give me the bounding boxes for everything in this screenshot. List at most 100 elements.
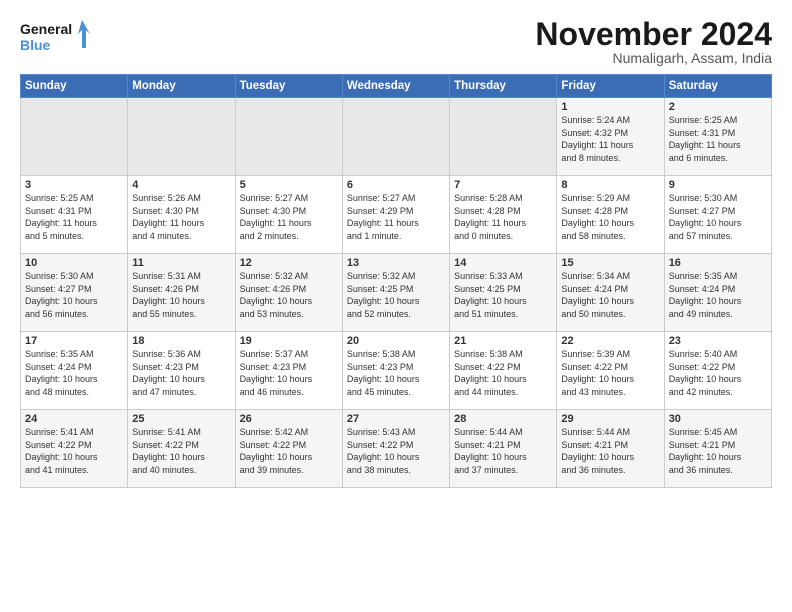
month-title: November 2024 [535, 18, 772, 50]
calendar-cell-w1-d0: 3Sunrise: 5:25 AM Sunset: 4:31 PM Daylig… [21, 176, 128, 254]
day-info: Sunrise: 5:41 AM Sunset: 4:22 PM Dayligh… [25, 426, 123, 476]
page: General Blue November 2024 Numaligarh, A… [0, 0, 792, 612]
day-info: Sunrise: 5:43 AM Sunset: 4:22 PM Dayligh… [347, 426, 445, 476]
calendar-cell-w0-d1 [128, 98, 235, 176]
logo-svg: General Blue [20, 18, 90, 58]
day-info: Sunrise: 5:31 AM Sunset: 4:26 PM Dayligh… [132, 270, 230, 320]
day-info: Sunrise: 5:44 AM Sunset: 4:21 PM Dayligh… [561, 426, 659, 476]
day-info: Sunrise: 5:33 AM Sunset: 4:25 PM Dayligh… [454, 270, 552, 320]
logo: General Blue [20, 18, 90, 58]
day-number: 30 [669, 413, 767, 425]
calendar-cell-w2-d5: 15Sunrise: 5:34 AM Sunset: 4:24 PM Dayli… [557, 254, 664, 332]
day-number: 12 [240, 257, 338, 269]
day-info: Sunrise: 5:29 AM Sunset: 4:28 PM Dayligh… [561, 192, 659, 242]
day-info: Sunrise: 5:30 AM Sunset: 4:27 PM Dayligh… [669, 192, 767, 242]
day-info: Sunrise: 5:38 AM Sunset: 4:23 PM Dayligh… [347, 348, 445, 398]
calendar-cell-w4-d4: 28Sunrise: 5:44 AM Sunset: 4:21 PM Dayli… [450, 410, 557, 488]
header-monday: Monday [128, 75, 235, 98]
day-number: 6 [347, 179, 445, 191]
svg-text:Blue: Blue [20, 37, 51, 53]
day-info: Sunrise: 5:45 AM Sunset: 4:21 PM Dayligh… [669, 426, 767, 476]
header-friday: Friday [557, 75, 664, 98]
day-number: 10 [25, 257, 123, 269]
day-info: Sunrise: 5:34 AM Sunset: 4:24 PM Dayligh… [561, 270, 659, 320]
day-info: Sunrise: 5:30 AM Sunset: 4:27 PM Dayligh… [25, 270, 123, 320]
day-number: 7 [454, 179, 552, 191]
calendar-cell-w2-d0: 10Sunrise: 5:30 AM Sunset: 4:27 PM Dayli… [21, 254, 128, 332]
calendar-cell-w0-d3 [342, 98, 449, 176]
header-sunday: Sunday [21, 75, 128, 98]
calendar-week-1: 3Sunrise: 5:25 AM Sunset: 4:31 PM Daylig… [21, 176, 772, 254]
day-number: 20 [347, 335, 445, 347]
calendar-cell-w1-d6: 9Sunrise: 5:30 AM Sunset: 4:27 PM Daylig… [664, 176, 771, 254]
day-number: 22 [561, 335, 659, 347]
day-info: Sunrise: 5:37 AM Sunset: 4:23 PM Dayligh… [240, 348, 338, 398]
calendar-cell-w1-d3: 6Sunrise: 5:27 AM Sunset: 4:29 PM Daylig… [342, 176, 449, 254]
day-info: Sunrise: 5:38 AM Sunset: 4:22 PM Dayligh… [454, 348, 552, 398]
calendar-cell-w4-d1: 25Sunrise: 5:41 AM Sunset: 4:22 PM Dayli… [128, 410, 235, 488]
calendar: Sunday Monday Tuesday Wednesday Thursday… [20, 74, 772, 488]
calendar-cell-w3-d0: 17Sunrise: 5:35 AM Sunset: 4:24 PM Dayli… [21, 332, 128, 410]
header: General Blue November 2024 Numaligarh, A… [20, 18, 772, 66]
day-info: Sunrise: 5:39 AM Sunset: 4:22 PM Dayligh… [561, 348, 659, 398]
day-info: Sunrise: 5:28 AM Sunset: 4:28 PM Dayligh… [454, 192, 552, 242]
calendar-cell-w2-d1: 11Sunrise: 5:31 AM Sunset: 4:26 PM Dayli… [128, 254, 235, 332]
calendar-week-2: 10Sunrise: 5:30 AM Sunset: 4:27 PM Dayli… [21, 254, 772, 332]
calendar-week-4: 24Sunrise: 5:41 AM Sunset: 4:22 PM Dayli… [21, 410, 772, 488]
day-number: 3 [25, 179, 123, 191]
calendar-cell-w1-d5: 8Sunrise: 5:29 AM Sunset: 4:28 PM Daylig… [557, 176, 664, 254]
day-info: Sunrise: 5:25 AM Sunset: 4:31 PM Dayligh… [669, 114, 767, 164]
day-info: Sunrise: 5:42 AM Sunset: 4:22 PM Dayligh… [240, 426, 338, 476]
day-number: 2 [669, 101, 767, 113]
calendar-cell-w2-d6: 16Sunrise: 5:35 AM Sunset: 4:24 PM Dayli… [664, 254, 771, 332]
day-number: 8 [561, 179, 659, 191]
calendar-cell-w0-d4 [450, 98, 557, 176]
day-info: Sunrise: 5:32 AM Sunset: 4:26 PM Dayligh… [240, 270, 338, 320]
calendar-cell-w0-d2 [235, 98, 342, 176]
day-number: 13 [347, 257, 445, 269]
day-number: 21 [454, 335, 552, 347]
calendar-cell-w0-d5: 1Sunrise: 5:24 AM Sunset: 4:32 PM Daylig… [557, 98, 664, 176]
calendar-cell-w0-d0 [21, 98, 128, 176]
title-block: November 2024 Numaligarh, Assam, India [535, 18, 772, 66]
calendar-cell-w4-d3: 27Sunrise: 5:43 AM Sunset: 4:22 PM Dayli… [342, 410, 449, 488]
day-number: 9 [669, 179, 767, 191]
day-info: Sunrise: 5:41 AM Sunset: 4:22 PM Dayligh… [132, 426, 230, 476]
day-number: 18 [132, 335, 230, 347]
calendar-body: 1Sunrise: 5:24 AM Sunset: 4:32 PM Daylig… [21, 98, 772, 488]
day-number: 23 [669, 335, 767, 347]
calendar-cell-w3-d5: 22Sunrise: 5:39 AM Sunset: 4:22 PM Dayli… [557, 332, 664, 410]
calendar-cell-w4-d6: 30Sunrise: 5:45 AM Sunset: 4:21 PM Dayli… [664, 410, 771, 488]
calendar-cell-w2-d4: 14Sunrise: 5:33 AM Sunset: 4:25 PM Dayli… [450, 254, 557, 332]
subtitle: Numaligarh, Assam, India [535, 50, 772, 66]
calendar-cell-w3-d4: 21Sunrise: 5:38 AM Sunset: 4:22 PM Dayli… [450, 332, 557, 410]
header-wednesday: Wednesday [342, 75, 449, 98]
day-info: Sunrise: 5:35 AM Sunset: 4:24 PM Dayligh… [25, 348, 123, 398]
calendar-cell-w2-d2: 12Sunrise: 5:32 AM Sunset: 4:26 PM Dayli… [235, 254, 342, 332]
calendar-cell-w3-d2: 19Sunrise: 5:37 AM Sunset: 4:23 PM Dayli… [235, 332, 342, 410]
calendar-cell-w3-d3: 20Sunrise: 5:38 AM Sunset: 4:23 PM Dayli… [342, 332, 449, 410]
day-number: 27 [347, 413, 445, 425]
day-info: Sunrise: 5:44 AM Sunset: 4:21 PM Dayligh… [454, 426, 552, 476]
calendar-cell-w1-d4: 7Sunrise: 5:28 AM Sunset: 4:28 PM Daylig… [450, 176, 557, 254]
day-number: 28 [454, 413, 552, 425]
calendar-week-0: 1Sunrise: 5:24 AM Sunset: 4:32 PM Daylig… [21, 98, 772, 176]
calendar-cell-w4-d0: 24Sunrise: 5:41 AM Sunset: 4:22 PM Dayli… [21, 410, 128, 488]
day-number: 5 [240, 179, 338, 191]
day-info: Sunrise: 5:25 AM Sunset: 4:31 PM Dayligh… [25, 192, 123, 242]
day-number: 24 [25, 413, 123, 425]
day-number: 4 [132, 179, 230, 191]
day-info: Sunrise: 5:35 AM Sunset: 4:24 PM Dayligh… [669, 270, 767, 320]
day-info: Sunrise: 5:36 AM Sunset: 4:23 PM Dayligh… [132, 348, 230, 398]
day-info: Sunrise: 5:40 AM Sunset: 4:22 PM Dayligh… [669, 348, 767, 398]
day-number: 25 [132, 413, 230, 425]
day-info: Sunrise: 5:27 AM Sunset: 4:29 PM Dayligh… [347, 192, 445, 242]
day-number: 16 [669, 257, 767, 269]
day-number: 29 [561, 413, 659, 425]
day-number: 26 [240, 413, 338, 425]
day-info: Sunrise: 5:24 AM Sunset: 4:32 PM Dayligh… [561, 114, 659, 164]
calendar-cell-w3-d6: 23Sunrise: 5:40 AM Sunset: 4:22 PM Dayli… [664, 332, 771, 410]
calendar-cell-w4-d2: 26Sunrise: 5:42 AM Sunset: 4:22 PM Dayli… [235, 410, 342, 488]
calendar-cell-w0-d6: 2Sunrise: 5:25 AM Sunset: 4:31 PM Daylig… [664, 98, 771, 176]
day-info: Sunrise: 5:32 AM Sunset: 4:25 PM Dayligh… [347, 270, 445, 320]
